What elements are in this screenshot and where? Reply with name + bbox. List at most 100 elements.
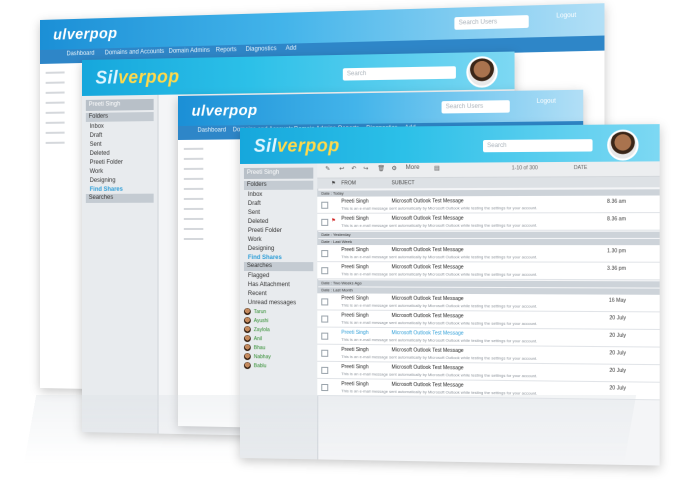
sidebar-search[interactable]: Preeti Singh bbox=[85, 98, 154, 111]
search-users-input[interactable]: Search Users bbox=[441, 100, 510, 114]
folder-designing[interactable]: Designing bbox=[240, 244, 317, 253]
message-subject: Microsoft Outlook Test Message bbox=[391, 215, 464, 222]
message-date: 8.36 am bbox=[607, 198, 626, 205]
nav-reports[interactable]: Reports bbox=[216, 47, 237, 54]
filter-icon[interactable]: ▤ bbox=[434, 165, 440, 172]
search-flagged[interactable]: Flagged bbox=[240, 271, 317, 280]
message-date: 20 July bbox=[609, 332, 626, 340]
brand-logo: Silverpop bbox=[95, 66, 180, 88]
row-checkbox[interactable] bbox=[321, 332, 329, 340]
message-row[interactable]: Preeti Singh Microsoft Outlook Test Mess… bbox=[317, 195, 660, 214]
message-row[interactable]: Preeti Singh Microsoft Outlook Test Mess… bbox=[317, 245, 660, 263]
nav-dashboard[interactable]: Dashboard bbox=[67, 51, 95, 58]
nav-domain-admins[interactable]: Domain Admins bbox=[169, 48, 210, 55]
row-checkbox[interactable] bbox=[321, 201, 329, 209]
message-date: 8.36 am bbox=[607, 216, 626, 223]
mail-search-input[interactable]: Search bbox=[483, 139, 593, 153]
mail-search-input[interactable]: Search bbox=[342, 66, 456, 81]
message-from: Preeti Singh bbox=[341, 295, 369, 302]
brand-logo: ulverpop bbox=[53, 24, 118, 44]
forward-icon[interactable]: ↪ bbox=[363, 165, 368, 172]
group-header[interactable]: Date : Two Weeks Ago bbox=[317, 280, 660, 288]
message-from: Preeti Singh bbox=[341, 364, 369, 371]
mail-sidebar: Preeti Singh Folders Inbox Draft Sent De… bbox=[82, 94, 159, 434]
compose-icon[interactable]: ✎ bbox=[325, 165, 330, 172]
nav-domains-accounts[interactable]: Domains and Accounts bbox=[105, 49, 164, 57]
message-row[interactable]: Preeti Singh Microsoft Outlook Test Mess… bbox=[317, 262, 660, 281]
contact-avatar bbox=[243, 326, 251, 334]
contact-avatar bbox=[243, 308, 251, 316]
message-preview: This is an e-mail message sent automatic… bbox=[341, 353, 538, 361]
more-button[interactable]: More bbox=[406, 165, 420, 171]
folder-deleted[interactable]: Deleted bbox=[240, 217, 317, 226]
admin-header: ulverpop Search Users Logout bbox=[178, 89, 584, 126]
contact-item[interactable]: Tarun bbox=[240, 307, 317, 316]
nav-diagnostics[interactable]: Diagnostics bbox=[246, 46, 277, 53]
message-date: 16 May bbox=[608, 297, 626, 304]
search-users-input[interactable]: Search Users bbox=[454, 15, 529, 30]
row-checkbox[interactable] bbox=[321, 218, 329, 226]
folder-inbox[interactable]: Inbox bbox=[240, 190, 317, 199]
nav-add[interactable]: Add bbox=[286, 45, 297, 51]
sort-dropdown[interactable]: DATE bbox=[574, 165, 587, 171]
message-row[interactable]: ⚑ Preeti Singh Microsoft Outlook Test Me… bbox=[317, 213, 660, 231]
reply-all-icon[interactable]: ↶ bbox=[351, 165, 356, 172]
from-column[interactable]: FROM bbox=[341, 180, 356, 186]
message-from: Preeti Singh bbox=[341, 329, 369, 337]
brand-logo: ulverpop bbox=[191, 101, 258, 120]
mail-header: Silverpop Search bbox=[240, 124, 660, 164]
folder-work[interactable]: Work bbox=[240, 235, 317, 244]
folder-sent[interactable]: Sent bbox=[240, 208, 317, 217]
contact-item[interactable]: Bablu bbox=[240, 361, 317, 371]
message-preview: This is an e-mail message sent automatic… bbox=[341, 336, 538, 344]
contact-avatar bbox=[243, 344, 251, 352]
tag-icon[interactable]: ⚙ bbox=[392, 165, 397, 172]
subject-column[interactable]: SUBJECT bbox=[392, 180, 415, 186]
message-preview: This is an e-mail message sent automatic… bbox=[341, 319, 538, 327]
searches-header[interactable]: Searches bbox=[243, 262, 314, 272]
message-row[interactable]: Preeti Singh Microsoft Outlook Test Mess… bbox=[317, 293, 660, 313]
message-subject: Microsoft Outlook Test Message bbox=[391, 381, 464, 389]
reply-icon[interactable]: ↩ bbox=[339, 165, 344, 172]
message-preview: This is an e-mail message sent automatic… bbox=[341, 302, 538, 309]
message-from: Preeti Singh bbox=[341, 346, 369, 354]
message-from: Preeti Singh bbox=[341, 198, 369, 205]
row-checkbox[interactable] bbox=[321, 383, 329, 392]
message-subject: Microsoft Outlook Test Message bbox=[391, 247, 464, 254]
row-checkbox[interactable] bbox=[321, 315, 329, 323]
sidebar-search[interactable]: Preeti Singh bbox=[243, 167, 314, 179]
pager: 1-10 of 300 bbox=[511, 165, 538, 172]
group-header[interactable]: Date : Yesterday bbox=[317, 231, 660, 238]
folders-header[interactable]: Folders bbox=[243, 180, 314, 190]
row-checkbox[interactable] bbox=[321, 267, 329, 275]
logout-link[interactable]: Logout bbox=[556, 13, 576, 20]
find-shares-link[interactable]: Find Shares bbox=[240, 253, 317, 262]
nav-dashboard[interactable]: Dashboard bbox=[197, 127, 226, 133]
message-subject: Microsoft Outlook Test Message bbox=[391, 295, 464, 303]
folder-preeti[interactable]: Preeti Folder bbox=[240, 226, 317, 235]
delete-icon[interactable]: 🗑 bbox=[377, 165, 385, 172]
folder-draft[interactable]: Draft bbox=[240, 199, 317, 208]
contact-avatar bbox=[243, 317, 251, 325]
logout-link[interactable]: Logout bbox=[537, 98, 556, 105]
row-checkbox[interactable] bbox=[321, 298, 329, 306]
message-subject: Microsoft Outlook Test Message bbox=[391, 364, 464, 372]
row-checkbox[interactable] bbox=[321, 366, 329, 374]
user-avatar[interactable] bbox=[466, 56, 498, 88]
contact-avatar bbox=[243, 353, 251, 361]
row-checkbox[interactable] bbox=[321, 250, 329, 258]
folder-designing[interactable]: Designing bbox=[82, 175, 158, 185]
search-has-attachment[interactable]: Has Attachment bbox=[240, 280, 317, 289]
searches-header[interactable]: Searches bbox=[85, 193, 154, 203]
user-avatar[interactable] bbox=[607, 129, 639, 161]
floor-reflection bbox=[23, 395, 637, 465]
product-montage: ulverpop Search Users Logout Dashboard D… bbox=[0, 0, 680, 481]
find-shares-link[interactable]: Find Shares bbox=[82, 185, 158, 194]
contact-avatar bbox=[243, 362, 251, 370]
flag-column-icon[interactable]: ⚑ bbox=[331, 181, 335, 187]
search-unread[interactable]: Unread messages bbox=[240, 298, 317, 307]
flag-icon[interactable]: ⚑ bbox=[331, 218, 335, 224]
row-checkbox[interactable] bbox=[321, 349, 329, 357]
search-recent[interactable]: Recent bbox=[240, 289, 317, 298]
brand-logo: Silverpop bbox=[253, 135, 340, 156]
